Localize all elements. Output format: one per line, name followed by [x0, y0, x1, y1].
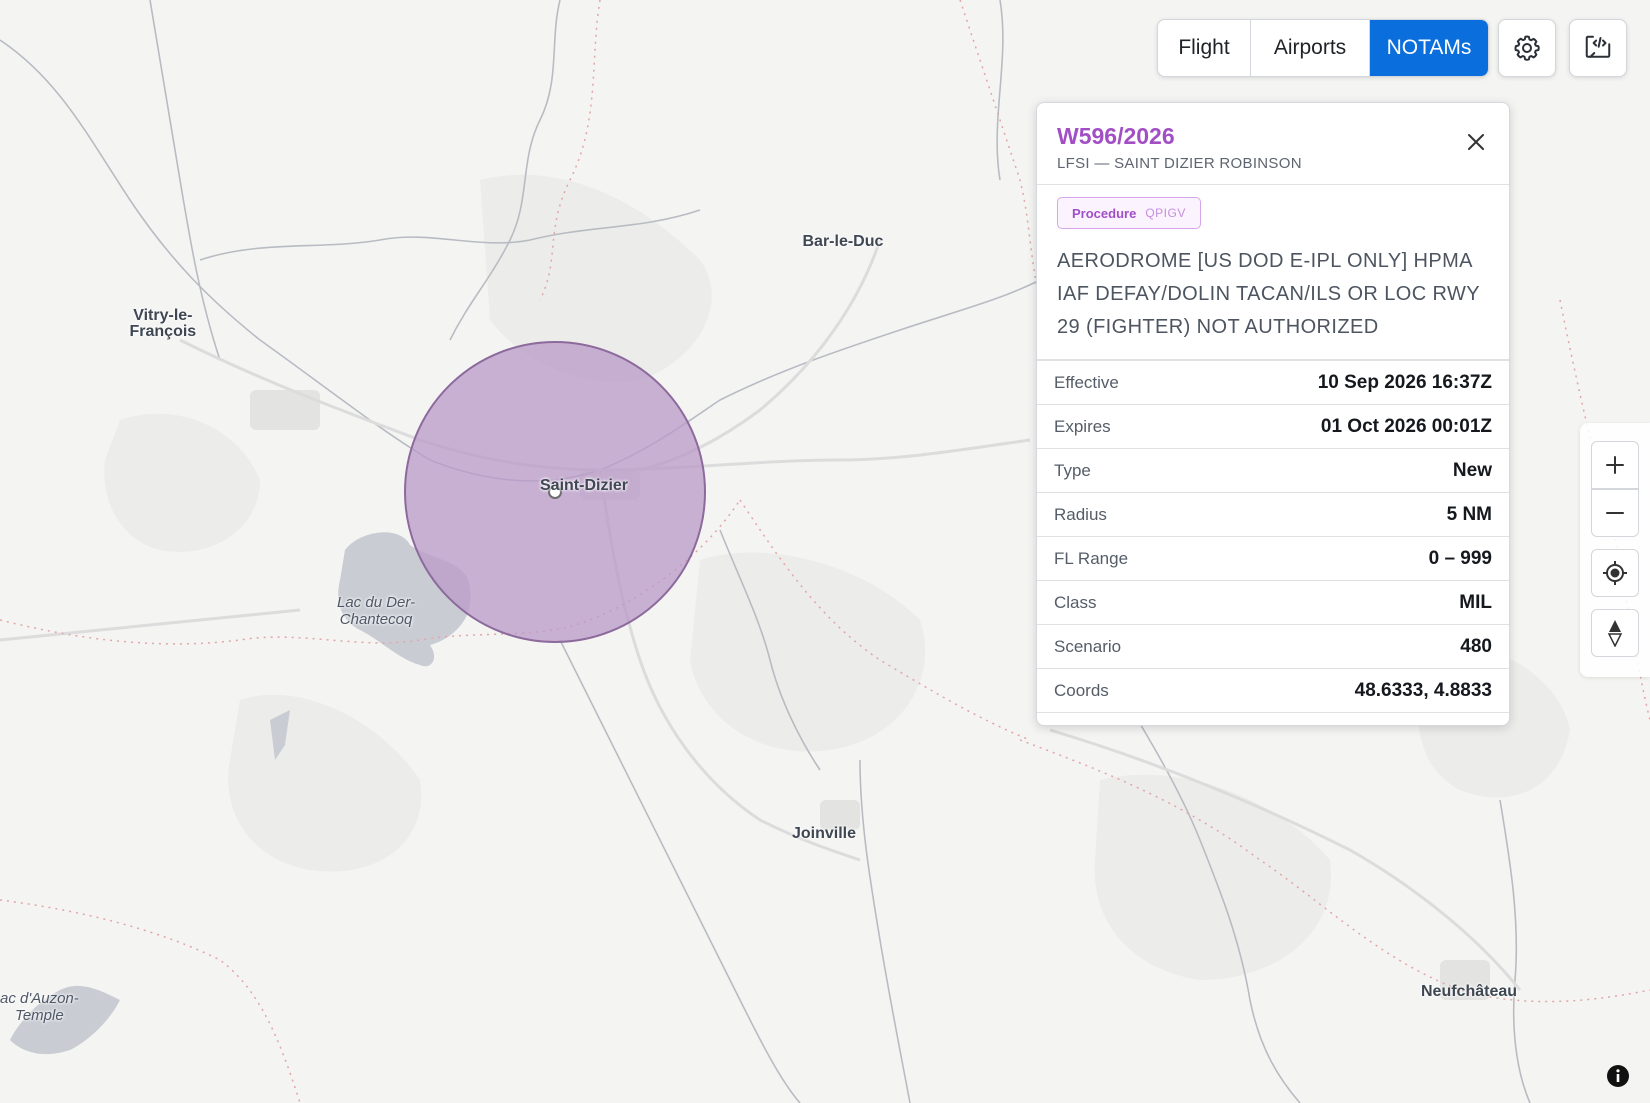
field-label: Scenario: [1054, 636, 1122, 656]
tab-airports[interactable]: Airports: [1251, 20, 1370, 76]
field-value: 10 Sep 2026 16:37Z: [1317, 371, 1492, 393]
close-icon: [1468, 134, 1484, 150]
layer-tabs: Flight Airports NOTAMs: [1157, 19, 1489, 77]
field-row-radius: Radius 5 NM: [1037, 493, 1509, 537]
field-row-fl-range: FL Range 0 – 999: [1037, 537, 1509, 581]
field-row-coords: Coords 48.6333, 4.8833: [1037, 669, 1509, 713]
gear-icon: [1514, 35, 1540, 61]
field-row-expires: Expires 01 Oct 2026 00:01Z: [1037, 405, 1509, 449]
place-saint-dizier: Saint-Dizier: [540, 477, 629, 494]
zoom-out-button[interactable]: [1591, 489, 1639, 537]
notam-location: LFSI — SAINT DIZIER ROBINSON: [1057, 155, 1302, 172]
close-button[interactable]: [1461, 127, 1491, 157]
field-value: New: [1452, 459, 1492, 481]
info-icon: [1607, 1065, 1629, 1087]
compass-icon: [1607, 620, 1623, 647]
field-value: 480: [1460, 635, 1492, 657]
field-label: Effective: [1054, 372, 1119, 392]
water-lac-d-auzon: ac d'Auzon- Temple: [0, 990, 79, 1024]
category-badge: Procedure QPIGV: [1057, 197, 1201, 229]
tab-flight[interactable]: Flight: [1158, 20, 1251, 76]
field-value: 0 – 999: [1428, 547, 1492, 569]
plus-icon: [1606, 456, 1624, 474]
tab-notams[interactable]: NOTAMs: [1370, 20, 1488, 76]
field-value: 48.6333, 4.8833: [1354, 679, 1492, 701]
attribution-button[interactable]: [1606, 1064, 1630, 1088]
place-bar-le-duc: Bar-le-Duc: [802, 233, 884, 250]
field-row-type: Type New: [1037, 449, 1509, 493]
water-lac-du-der: Lac du Der- Chantecoq: [337, 594, 416, 628]
field-value: 01 Oct 2026 00:01Z: [1320, 415, 1492, 437]
field-label: Radius: [1054, 504, 1107, 524]
notam-detail-panel: W596/2026 LFSI — SAINT DIZIER ROBINSON P…: [1036, 102, 1510, 726]
place-neufchateau: Neufchâteau: [1421, 983, 1518, 1000]
locate-icon: [1603, 561, 1627, 585]
notam-panel-header: W596/2026 LFSI — SAINT DIZIER ROBINSON: [1037, 103, 1509, 185]
field-value: 5 NM: [1446, 503, 1492, 525]
field-label: FL Range: [1054, 548, 1129, 568]
map-controls: [1580, 423, 1650, 677]
notam-text: AERODROME [US DOD E-IPL ONLY] HPMA IAF D…: [1037, 232, 1509, 360]
minus-icon: [1606, 512, 1624, 514]
field-label: Type: [1054, 460, 1091, 480]
field-row-class: Class MIL: [1037, 581, 1509, 625]
compass-button[interactable]: [1591, 609, 1639, 657]
field-row-scenario: Scenario 480: [1037, 625, 1509, 669]
category-label: Procedure: [1072, 205, 1137, 221]
place-joinville: Joinville: [792, 825, 857, 842]
zoom-in-button[interactable]: [1591, 441, 1639, 489]
field-row-effective: Effective 10 Sep 2026 16:37Z: [1037, 360, 1509, 405]
place-vitry-le-francois: Vitry-le- François: [129, 307, 197, 340]
field-value: MIL: [1459, 591, 1492, 613]
field-label: Coords: [1054, 680, 1109, 700]
embed-code-icon: [1585, 35, 1611, 58]
settings-button[interactable]: [1498, 19, 1556, 77]
notam-fields: Effective 10 Sep 2026 16:37Z Expires 01 …: [1037, 360, 1509, 713]
locate-me-button[interactable]: [1591, 549, 1639, 597]
embed-button[interactable]: [1569, 19, 1627, 77]
q-code: QPIGV: [1145, 206, 1186, 220]
field-label: Class: [1054, 592, 1097, 612]
notam-id: W596/2026: [1057, 123, 1175, 149]
field-label: Expires: [1054, 416, 1111, 436]
